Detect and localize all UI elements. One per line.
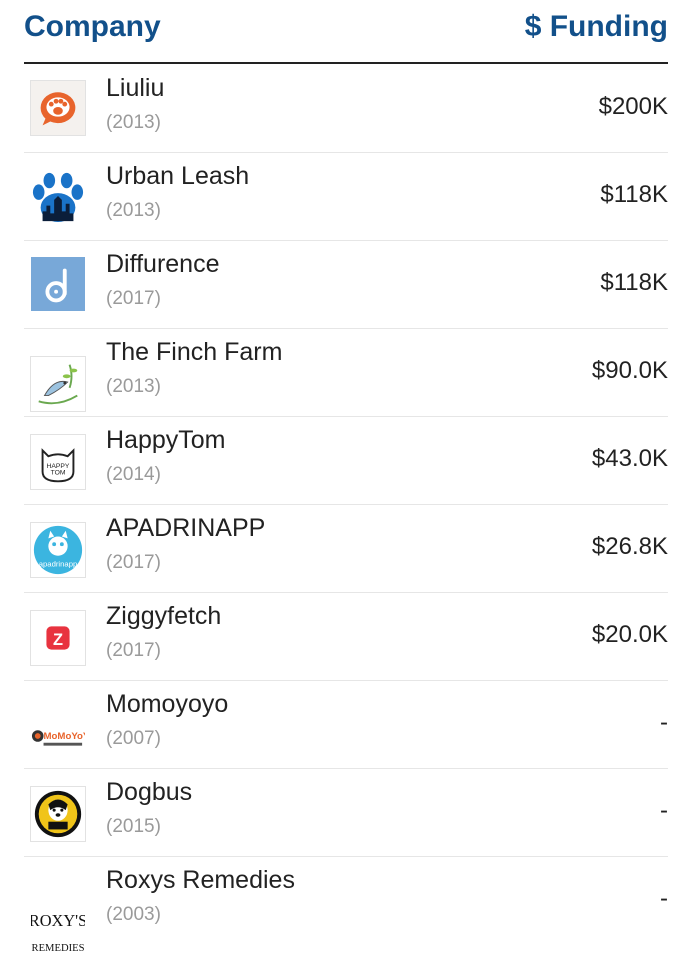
table-row[interactable]: ROXY'S REMEDIES Roxys Remedies (2003) - bbox=[24, 856, 668, 957]
funding-table: Company $ Funding Liuliu (2013) $200K Ur… bbox=[0, 0, 674, 957]
apadrinapp-logo-icon: apadrinapp bbox=[30, 522, 86, 578]
ziggyfetch-logo-icon: Z bbox=[30, 610, 86, 666]
diffurence-logo-icon bbox=[30, 256, 86, 312]
company-name[interactable]: Ziggyfetch bbox=[106, 602, 221, 631]
roxys-remedies-logo-icon: ROXY'S REMEDIES bbox=[30, 896, 86, 957]
funding-amount: $118K bbox=[600, 269, 668, 296]
founded-year: (2017) bbox=[106, 640, 161, 661]
company-name[interactable]: Urban Leash bbox=[106, 162, 249, 191]
table-row[interactable]: Diffurence (2017) $118K bbox=[24, 240, 668, 329]
funding-amount: $20.0K bbox=[591, 621, 668, 648]
urban-leash-logo-icon bbox=[30, 168, 86, 224]
table-row[interactable]: HAPPY TOM HappyTom (2014) $43.0K bbox=[24, 416, 668, 505]
company-name[interactable]: Momoyoyo bbox=[106, 690, 228, 719]
table-header: Company $ Funding bbox=[24, 0, 668, 64]
company-name[interactable]: Dogbus bbox=[106, 778, 192, 807]
table-row[interactable]: Dogbus (2015) - bbox=[24, 768, 668, 857]
roxys-logo-text: REMEDIES bbox=[32, 943, 85, 954]
funding-amount: $43.0K bbox=[591, 445, 668, 472]
ziggyfetch-logo-text: Z bbox=[53, 631, 63, 649]
company-name[interactable]: Roxys Remedies bbox=[106, 866, 295, 895]
company-name[interactable]: Liuliu bbox=[106, 74, 164, 103]
funding-amount: - bbox=[660, 885, 668, 912]
founded-year: (2017) bbox=[106, 552, 161, 573]
table-row[interactable]: MoMoYoYo Momoyoyo (2007) - bbox=[24, 680, 668, 769]
momoyoyo-logo-text: MoMoYoYo bbox=[44, 731, 85, 742]
roxys-logo-text: ROXY'S bbox=[31, 911, 85, 930]
company-name[interactable]: The Finch Farm bbox=[106, 338, 282, 367]
company-name[interactable]: Diffurence bbox=[106, 250, 220, 279]
founded-year: (2007) bbox=[106, 728, 161, 749]
table-row[interactable]: Urban Leash (2013) $118K bbox=[24, 152, 668, 241]
funding-amount: - bbox=[660, 797, 668, 824]
founded-year: (2003) bbox=[106, 904, 161, 925]
company-name[interactable]: APADRINAPP bbox=[106, 514, 265, 543]
founded-year: (2013) bbox=[106, 376, 161, 397]
founded-year: (2017) bbox=[106, 288, 161, 309]
founded-year: (2013) bbox=[106, 200, 161, 221]
table-row[interactable]: The Finch Farm (2013) $90.0K bbox=[24, 328, 668, 417]
table-row[interactable]: Liuliu (2013) $200K bbox=[24, 64, 668, 153]
funding-amount: $90.0K bbox=[591, 357, 668, 384]
table-row[interactable]: Z Ziggyfetch (2017) $20.0K bbox=[24, 592, 668, 681]
momoyoyo-logo-icon: MoMoYoYo bbox=[30, 708, 86, 764]
funding-amount: $200K bbox=[598, 93, 668, 120]
founded-year: (2013) bbox=[106, 112, 161, 133]
apadrinapp-logo-text: apadrinapp bbox=[39, 559, 78, 568]
funding-amount: $118K bbox=[600, 181, 668, 208]
finch-farm-logo-icon bbox=[30, 356, 86, 412]
funding-column-header[interactable]: $ Funding bbox=[525, 10, 668, 44]
happytom-logo-text: TOM bbox=[51, 470, 66, 477]
company-column-header[interactable]: Company bbox=[24, 10, 161, 44]
table-row[interactable]: apadrinapp APADRINAPP (2017) $26.8K bbox=[24, 504, 668, 593]
happytom-logo-icon: HAPPY TOM bbox=[30, 434, 86, 490]
liuliu-logo-icon bbox=[30, 80, 86, 136]
company-name[interactable]: HappyTom bbox=[106, 426, 226, 455]
funding-amount: $26.8K bbox=[591, 533, 668, 560]
founded-year: (2014) bbox=[106, 464, 161, 485]
funding-amount: - bbox=[660, 709, 668, 736]
dogbus-logo-icon bbox=[30, 786, 86, 842]
founded-year: (2015) bbox=[106, 816, 161, 837]
